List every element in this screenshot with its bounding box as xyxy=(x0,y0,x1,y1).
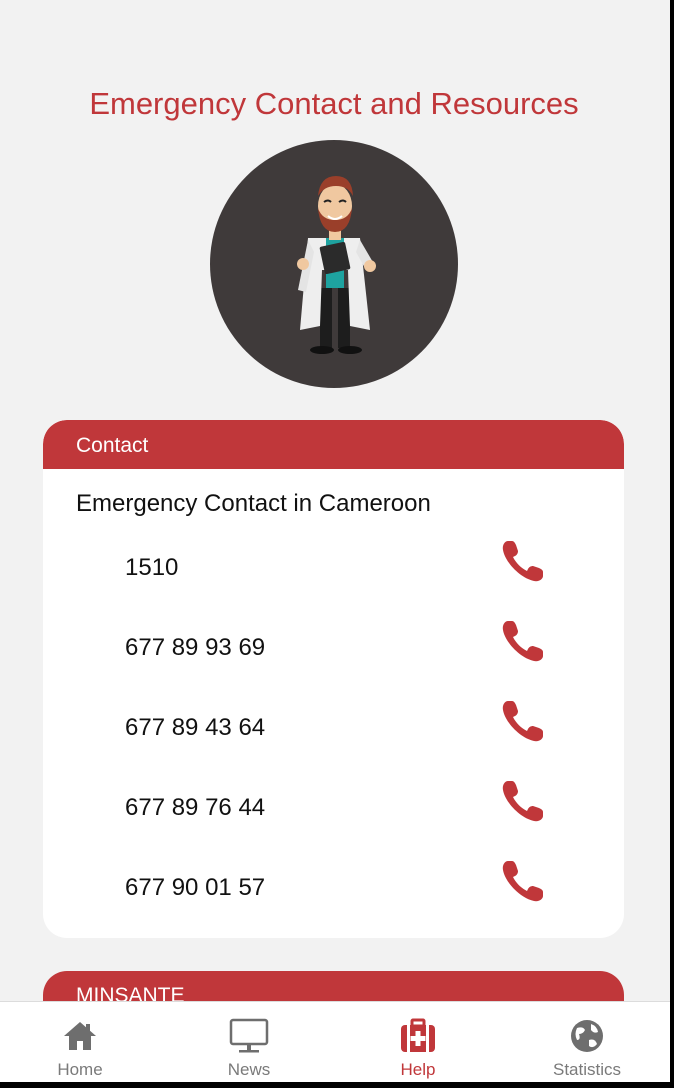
monitor-icon xyxy=(229,1016,269,1056)
contact-number: 677 89 76 44 xyxy=(125,794,266,821)
contact-number: 677 89 93 69 xyxy=(125,634,266,661)
home-icon xyxy=(60,1016,100,1056)
nav-label-statistics: Statistics xyxy=(552,1060,622,1079)
bottom-navigation: Home News Help Statistics xyxy=(0,1001,670,1082)
nav-label-home: Home xyxy=(57,1060,103,1079)
doctor-illustration xyxy=(297,176,376,354)
doctor-avatar xyxy=(210,140,458,388)
nav-item-home[interactable]: Home xyxy=(20,1002,140,1082)
nav-item-news[interactable]: News xyxy=(189,1002,309,1082)
contact-card-subtitle: Emergency Contact in Cameroon xyxy=(76,490,431,517)
contact-row: 677 90 01 57 xyxy=(43,856,624,916)
nav-label-news: News xyxy=(227,1060,271,1079)
contact-number: 677 89 43 64 xyxy=(125,714,266,741)
globe-icon xyxy=(567,1016,607,1056)
phone-icon[interactable] xyxy=(498,696,548,746)
page-title: Emergency Contact and Resources xyxy=(89,86,579,121)
phone-icon[interactable] xyxy=(498,616,548,666)
phone-icon[interactable] xyxy=(498,776,548,826)
contact-row: 1510 xyxy=(43,536,624,596)
nav-item-help[interactable]: Help xyxy=(358,1002,478,1082)
contact-row: 677 89 93 69 xyxy=(43,616,624,676)
nav-item-statistics[interactable]: Statistics xyxy=(527,1002,647,1082)
contact-number: 1510 xyxy=(125,554,179,581)
phone-icon[interactable] xyxy=(498,856,548,906)
contact-row: 677 89 76 44 xyxy=(43,776,624,836)
contact-card-header: Contact xyxy=(43,420,624,469)
phone-icon[interactable] xyxy=(498,536,548,586)
screen: Emergency Contact and Resources Contact … xyxy=(0,0,670,1082)
contact-number: 677 90 01 57 xyxy=(125,874,266,901)
contact-row: 677 89 43 64 xyxy=(43,696,624,756)
nav-label-help: Help xyxy=(400,1060,436,1079)
first-aid-kit-icon xyxy=(398,1016,438,1056)
contact-card: Contact Emergency Contact in Cameroon 15… xyxy=(43,420,624,938)
